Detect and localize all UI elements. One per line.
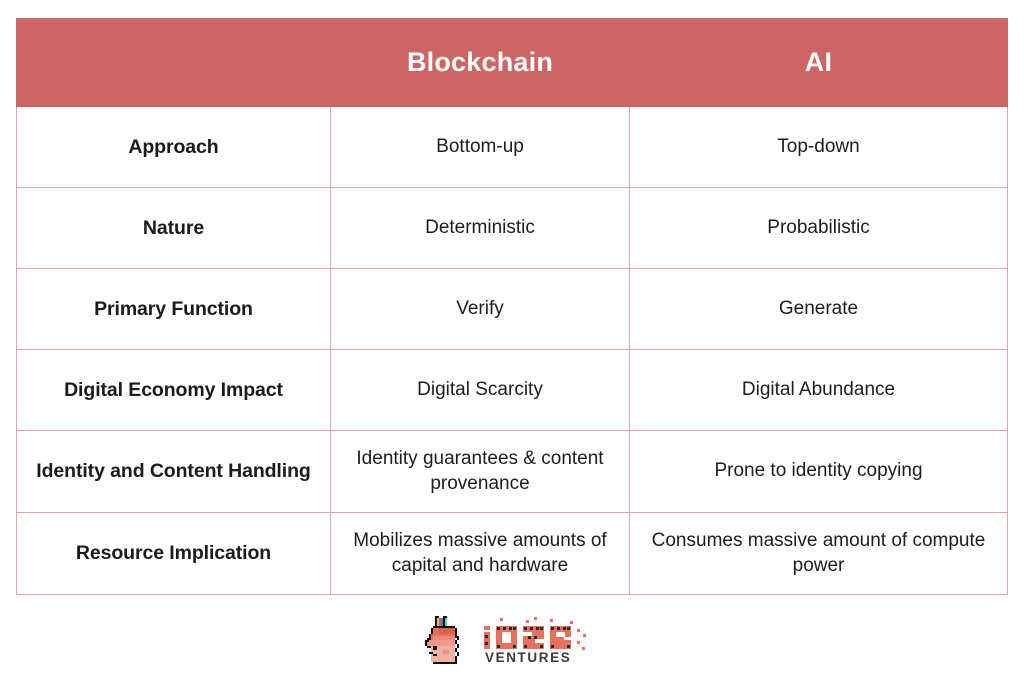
cell-blockchain-digital-economy-impact: Digital Scarcity bbox=[330, 349, 630, 431]
table-row: Nature Deterministic Probabilistic bbox=[16, 187, 1008, 269]
table-row: Resource Implication Mobilizes massive a… bbox=[16, 512, 1008, 595]
table-header: Blockchain AI bbox=[16, 18, 1008, 107]
table-body: Approach Bottom-up Top-down Nature Deter… bbox=[16, 106, 1008, 595]
cell-ai-approach: Top-down bbox=[629, 106, 1008, 188]
column-header-ai: AI bbox=[629, 18, 1008, 107]
table-row: Digital Economy Impact Digital Scarcity … bbox=[16, 349, 1008, 431]
column-header-label bbox=[16, 18, 331, 107]
cell-ai-nature: Probabilistic bbox=[629, 187, 1008, 269]
footer-logo-area: VENTURES bbox=[0, 605, 1024, 677]
cell-blockchain-identity-and-content-handling: Identity guarantees & content provenance bbox=[330, 430, 630, 513]
comparison-table-page: Blockchain AI Approach Bottom-up Top-dow… bbox=[0, 0, 1024, 677]
row-label-digital-economy-impact: Digital Economy Impact bbox=[16, 349, 331, 431]
llama-pixel-icon bbox=[424, 616, 459, 664]
cell-blockchain-primary-function: Verify bbox=[330, 268, 630, 350]
cell-ai-identity-and-content-handling: Prone to identity copying bbox=[629, 430, 1008, 513]
table-row: Identity and Content Handling Identity g… bbox=[16, 430, 1008, 513]
table-row: Primary Function Verify Generate bbox=[16, 268, 1008, 350]
table-row: Approach Bottom-up Top-down bbox=[16, 106, 1008, 188]
header-row: Blockchain AI bbox=[16, 18, 1008, 107]
cell-ai-primary-function: Generate bbox=[629, 268, 1008, 350]
row-label-approach: Approach bbox=[16, 106, 331, 188]
row-label-nature: Nature bbox=[16, 187, 331, 269]
cell-blockchain-approach: Bottom-up bbox=[330, 106, 630, 188]
cell-blockchain-nature: Deterministic bbox=[330, 187, 630, 269]
cell-ai-resource-implication: Consumes massive amount of compute power bbox=[629, 512, 1008, 595]
row-label-primary-function: Primary Function bbox=[16, 268, 331, 350]
logo-tagline-text: VENTURES bbox=[485, 650, 571, 665]
cell-ai-digital-economy-impact: Digital Abundance bbox=[629, 349, 1008, 431]
row-label-resource-implication: Resource Implication bbox=[16, 512, 331, 595]
iosg-wordmark: VENTURES bbox=[483, 617, 586, 665]
cell-blockchain-resource-implication: Mobilizes massive amounts of capital and… bbox=[330, 512, 630, 595]
column-header-blockchain: Blockchain bbox=[330, 18, 630, 107]
table-container: Blockchain AI Approach Bottom-up Top-dow… bbox=[16, 18, 1008, 595]
iosg-ventures-logo: VENTURES bbox=[421, 614, 604, 668]
row-label-identity-and-content-handling: Identity and Content Handling bbox=[16, 430, 331, 513]
blockchain-ai-comparison-table: Blockchain AI Approach Bottom-up Top-dow… bbox=[16, 18, 1008, 595]
